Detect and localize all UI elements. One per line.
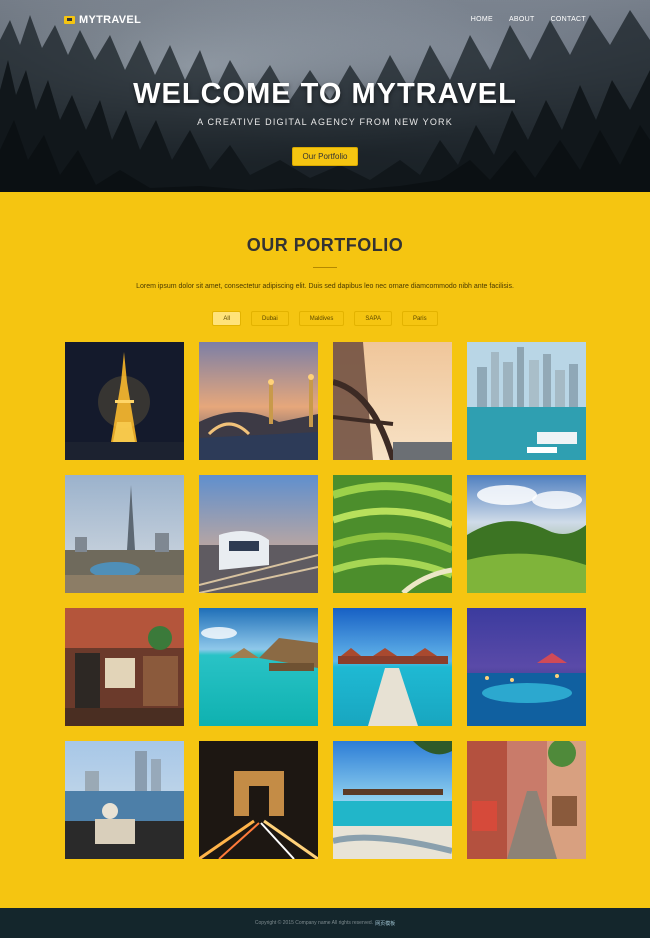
- portfolio-item-water-bungalows[interactable]: [199, 608, 318, 726]
- portfolio-filters: All Dubai Maldives SAPA Paris: [0, 311, 650, 326]
- water-bungalows-image: [199, 608, 318, 726]
- filter-paris[interactable]: Paris: [401, 311, 438, 326]
- footer-copyright: Copyright © 2015 Company name All rights…: [254, 920, 374, 926]
- portfolio-item-paris-bridge[interactable]: [199, 342, 318, 460]
- old-street-image: [467, 741, 586, 859]
- section-title-light: OUR: [246, 235, 294, 255]
- paris-bridge-image: [199, 342, 318, 460]
- section-title-bold: PORTFOLIO: [293, 235, 404, 255]
- filter-sapa[interactable]: SAPA: [354, 311, 392, 326]
- site-footer: Copyright © 2015 Company name All rights…: [0, 908, 650, 938]
- green-valley-image: [467, 475, 586, 593]
- portfolio-grid: [65, 342, 586, 859]
- resort-night-image: [467, 608, 586, 726]
- portfolio-item-eiffel-day[interactable]: [333, 342, 452, 460]
- section-description: Lorem ipsum dolor sit amet, consectetur …: [136, 283, 514, 290]
- rice-terraces-image: [333, 475, 452, 593]
- portfolio-item-dubai-waterfront[interactable]: [65, 741, 184, 859]
- maldives-pier-image: [333, 608, 452, 726]
- filter-maldives[interactable]: Maldives: [298, 311, 345, 326]
- dubai-waterfront-image: [65, 741, 184, 859]
- portfolio-item-maldives-pier[interactable]: [333, 608, 452, 726]
- portfolio-item-old-street[interactable]: [467, 741, 586, 859]
- nav-link-home[interactable]: HOME: [471, 16, 493, 23]
- hero-title: WELCOME TO MYTRAVEL: [133, 78, 517, 110]
- portfolio-item-street-cafe[interactable]: [65, 608, 184, 726]
- portfolio-item-dubai-metro[interactable]: [199, 475, 318, 593]
- nav-link-about[interactable]: ABOUT: [509, 16, 535, 23]
- hero-subtitle: A CREATIVE DIGITAL AGENCY FROM NEW YORK: [197, 117, 453, 127]
- hero-banner: MYTRAVEL HOME ABOUT CONTACT WELCOME TO M…: [0, 0, 650, 192]
- dubai-marina-image: [467, 342, 586, 460]
- portfolio-item-dubai-marina[interactable]: [467, 342, 586, 460]
- site-logo[interactable]: MYTRAVEL: [64, 14, 141, 26]
- footer-template-link[interactable]: 网页模板: [375, 920, 395, 927]
- burj-khalifa-image: [65, 475, 184, 593]
- dubai-metro-image: [199, 475, 318, 593]
- filter-dubai[interactable]: Dubai: [251, 311, 289, 326]
- portfolio-button[interactable]: Our Portfolio: [292, 147, 358, 166]
- portfolio-item-green-valley[interactable]: [467, 475, 586, 593]
- logo-icon: [64, 16, 75, 24]
- portfolio-item-eiffel-night[interactable]: [65, 342, 184, 460]
- filter-all[interactable]: All: [212, 311, 242, 326]
- portfolio-item-burj-khalifa[interactable]: [65, 475, 184, 593]
- nav-link-contact[interactable]: CONTACT: [551, 16, 586, 23]
- street-cafe-image: [65, 608, 184, 726]
- arc-triomphe-image: [199, 741, 318, 859]
- tropical-beach-image: [333, 741, 452, 859]
- main-nav: HOME ABOUT CONTACT: [471, 16, 586, 23]
- section-title: OUR PORTFOLIO: [0, 235, 650, 256]
- eiffel-night-image: [65, 342, 184, 460]
- title-divider: [313, 267, 337, 268]
- logo-text: MYTRAVEL: [79, 14, 142, 26]
- portfolio-item-resort-night[interactable]: [467, 608, 586, 726]
- portfolio-item-arc-triomphe[interactable]: [199, 741, 318, 859]
- portfolio-item-tropical-beach[interactable]: [333, 741, 452, 859]
- eiffel-day-image: [333, 342, 452, 460]
- portfolio-item-rice-terraces[interactable]: [333, 475, 452, 593]
